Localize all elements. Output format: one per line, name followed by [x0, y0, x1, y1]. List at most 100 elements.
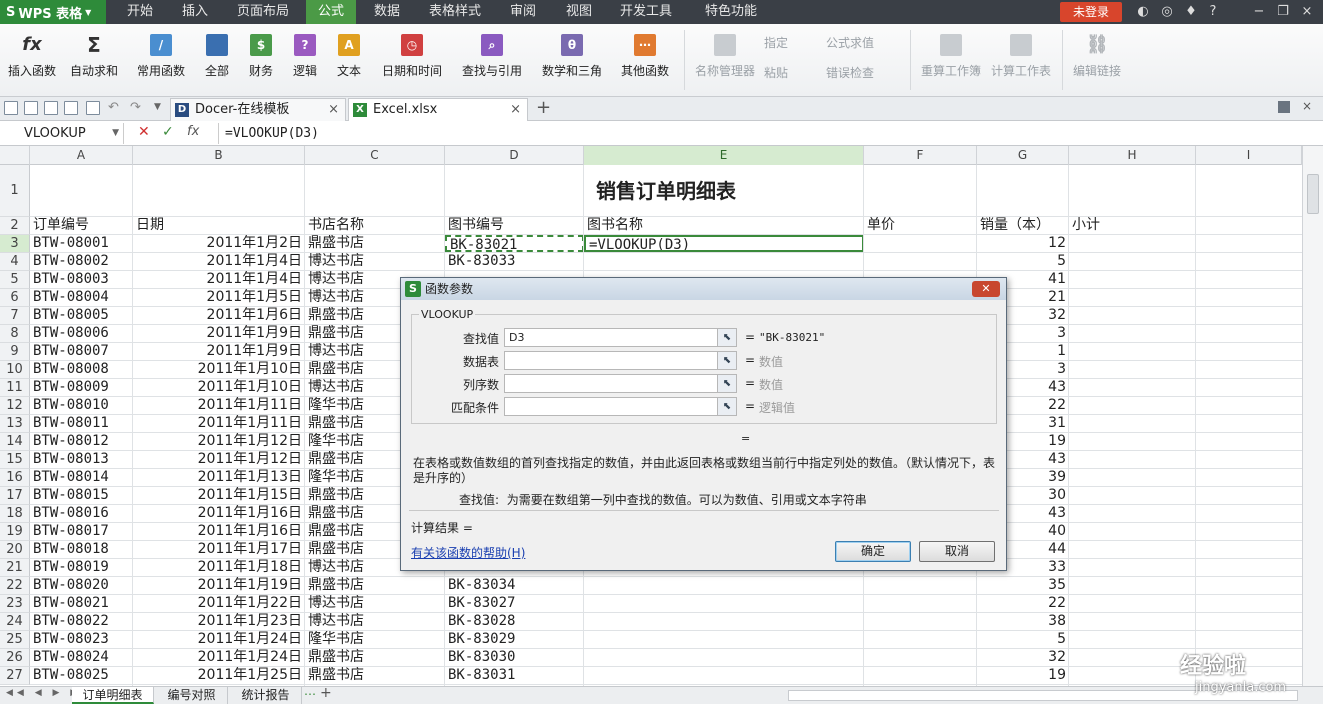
row-header[interactable]: 17 [0, 487, 30, 505]
evaluate-formula-button[interactable]: 公式求值 [826, 34, 874, 52]
more-sheets-icon[interactable]: ⋯ [304, 687, 316, 701]
cell-b[interactable]: 2011年1月12日 [133, 433, 305, 450]
column-header-c[interactable]: C [305, 146, 445, 165]
math-trig-button[interactable]: θ 数学和三角 [534, 30, 610, 92]
cell-e[interactable] [584, 649, 864, 666]
table-array-input[interactable] [504, 351, 737, 370]
row-header[interactable]: 5 [0, 271, 30, 289]
finance-button[interactable]: $ 财务 [242, 30, 280, 92]
cell-e[interactable] [584, 595, 864, 612]
cell-c[interactable]: 博达书店 [305, 253, 445, 270]
cell-e[interactable] [584, 577, 864, 594]
column-header-e[interactable]: E [584, 146, 864, 165]
cell-d[interactable]: BK-83027 [445, 595, 584, 612]
cell-e[interactable] [584, 667, 864, 684]
column-header-h[interactable]: H [1069, 146, 1196, 165]
tab-table-style[interactable]: 表格样式 [422, 0, 488, 24]
cell-a[interactable]: BTW-08011 [30, 415, 133, 432]
cell-c[interactable]: 博达书店 [305, 595, 445, 612]
cell-b[interactable]: 2011年1月23日 [133, 613, 305, 630]
cell-d[interactable]: BK-83029 [445, 631, 584, 648]
cell-c[interactable]: 隆华书店 [305, 631, 445, 648]
logic-button[interactable]: ? 逻辑 [286, 30, 324, 92]
restore-icon[interactable]: ❐ [1274, 3, 1292, 21]
redo-icon[interactable]: ↷ [130, 100, 141, 115]
folder-icon[interactable] [4, 101, 18, 115]
cell-a[interactable]: BTW-08004 [30, 289, 133, 306]
column-header-i[interactable]: I [1196, 146, 1302, 165]
column-header-a[interactable]: A [30, 146, 133, 165]
cell-b[interactable]: 2011年1月10日 [133, 361, 305, 378]
cell-b[interactable]: 2011年1月16日 [133, 523, 305, 540]
name-manager-button[interactable]: 名称管理器 [692, 30, 758, 92]
cell-f[interactable] [864, 667, 977, 684]
cell-c[interactable]: 鼎盛书店 [305, 235, 445, 252]
edit-links-button[interactable]: ⛓ 编辑链接 [1068, 30, 1126, 92]
formula-input[interactable]: =VLOOKUP(D3) [218, 123, 1318, 144]
row-header[interactable]: 27 [0, 667, 30, 685]
row-header[interactable]: 3 [0, 235, 30, 253]
cell-a[interactable]: BTW-08020 [30, 577, 133, 594]
cell-g[interactable]: 19 [977, 667, 1069, 684]
fx-icon[interactable]: fx [187, 124, 199, 139]
row-header[interactable]: 14 [0, 433, 30, 451]
other-functions-button[interactable]: ⋯ 其他函数 [614, 30, 676, 92]
close-icon[interactable]: × [328, 99, 339, 121]
row-header[interactable]: 15 [0, 451, 30, 469]
tab-special[interactable]: 特色功能 [696, 0, 766, 24]
cell-b[interactable]: 2011年1月9日 [133, 343, 305, 360]
tab-insert[interactable]: 插入 [172, 0, 218, 24]
cell-e[interactable]: 图书名称 [584, 217, 864, 234]
row-header[interactable]: 23 [0, 595, 30, 613]
cell-a[interactable]: BTW-08003 [30, 271, 133, 288]
autosum-button[interactable]: Σ 自动求和 [64, 30, 124, 92]
cell-a[interactable]: BTW-08016 [30, 505, 133, 522]
col-index-input[interactable] [504, 374, 737, 393]
ok-button[interactable]: 确定 [835, 541, 911, 562]
row-header[interactable]: 7 [0, 307, 30, 325]
cell-a[interactable]: BTW-08025 [30, 667, 133, 684]
cell-a[interactable]: BTW-08002 [30, 253, 133, 270]
scroll-thumb[interactable] [1307, 174, 1319, 214]
tab-developer[interactable]: 开发工具 [612, 0, 680, 24]
feedback-icon[interactable]: ◎ [1158, 3, 1176, 21]
cell-a[interactable]: BTW-08024 [30, 649, 133, 666]
cell-d[interactable]: BK-83034 [445, 577, 584, 594]
column-header-g[interactable]: G [977, 146, 1069, 165]
close-doc-icon[interactable]: × [1302, 99, 1312, 113]
login-button[interactable]: 未登录 [1060, 2, 1122, 22]
undo-icon[interactable]: ↶ [108, 100, 119, 115]
row-header[interactable]: 4 [0, 253, 30, 271]
error-check-button[interactable]: 错误检查 [826, 64, 874, 82]
cell-b[interactable]: 2011年1月11日 [133, 415, 305, 432]
app-logo-menu[interactable]: S WPS 表格 ▼ [0, 0, 106, 24]
function-help-link[interactable]: 有关该函数的帮助(H) [411, 544, 525, 561]
cell-e[interactable]: =VLOOKUP(D3) [584, 235, 864, 252]
new-tab-icon[interactable]: + [536, 97, 551, 118]
cell-b[interactable]: 2011年1月6日 [133, 307, 305, 324]
cell-e[interactable] [584, 631, 864, 648]
row-header[interactable]: 12 [0, 397, 30, 415]
cell-f[interactable] [864, 631, 977, 648]
cell-b[interactable]: 2011年1月10日 [133, 379, 305, 396]
cell-b[interactable]: 2011年1月19日 [133, 577, 305, 594]
print-preview-icon[interactable] [64, 101, 78, 115]
lookup-reference-button[interactable]: ⌕ 查找与引用 [454, 30, 530, 92]
row-header[interactable]: 19 [0, 523, 30, 541]
minimize-icon[interactable]: − [1250, 3, 1268, 21]
tab-review[interactable]: 审阅 [500, 0, 546, 24]
close-icon[interactable]: × [510, 99, 521, 121]
cell-a[interactable]: BTW-08007 [30, 343, 133, 360]
cell-a[interactable]: BTW-08014 [30, 469, 133, 486]
cell-b[interactable]: 2011年1月24日 [133, 631, 305, 648]
tab-page-layout[interactable]: 页面布局 [230, 0, 296, 24]
cell-c[interactable]: 鼎盛书店 [305, 577, 445, 594]
tab-list-icon[interactable] [1278, 101, 1290, 113]
save-icon[interactable] [24, 101, 38, 115]
row-header[interactable]: 21 [0, 559, 30, 577]
cell-a[interactable]: BTW-08008 [30, 361, 133, 378]
cell-d[interactable]: BK-83031 [445, 667, 584, 684]
sheet-tab-report[interactable]: 统计报告 [230, 687, 302, 704]
common-functions-button[interactable]: / 常用函数 [132, 30, 190, 92]
cell-d[interactable]: 图书编号 [445, 217, 584, 234]
